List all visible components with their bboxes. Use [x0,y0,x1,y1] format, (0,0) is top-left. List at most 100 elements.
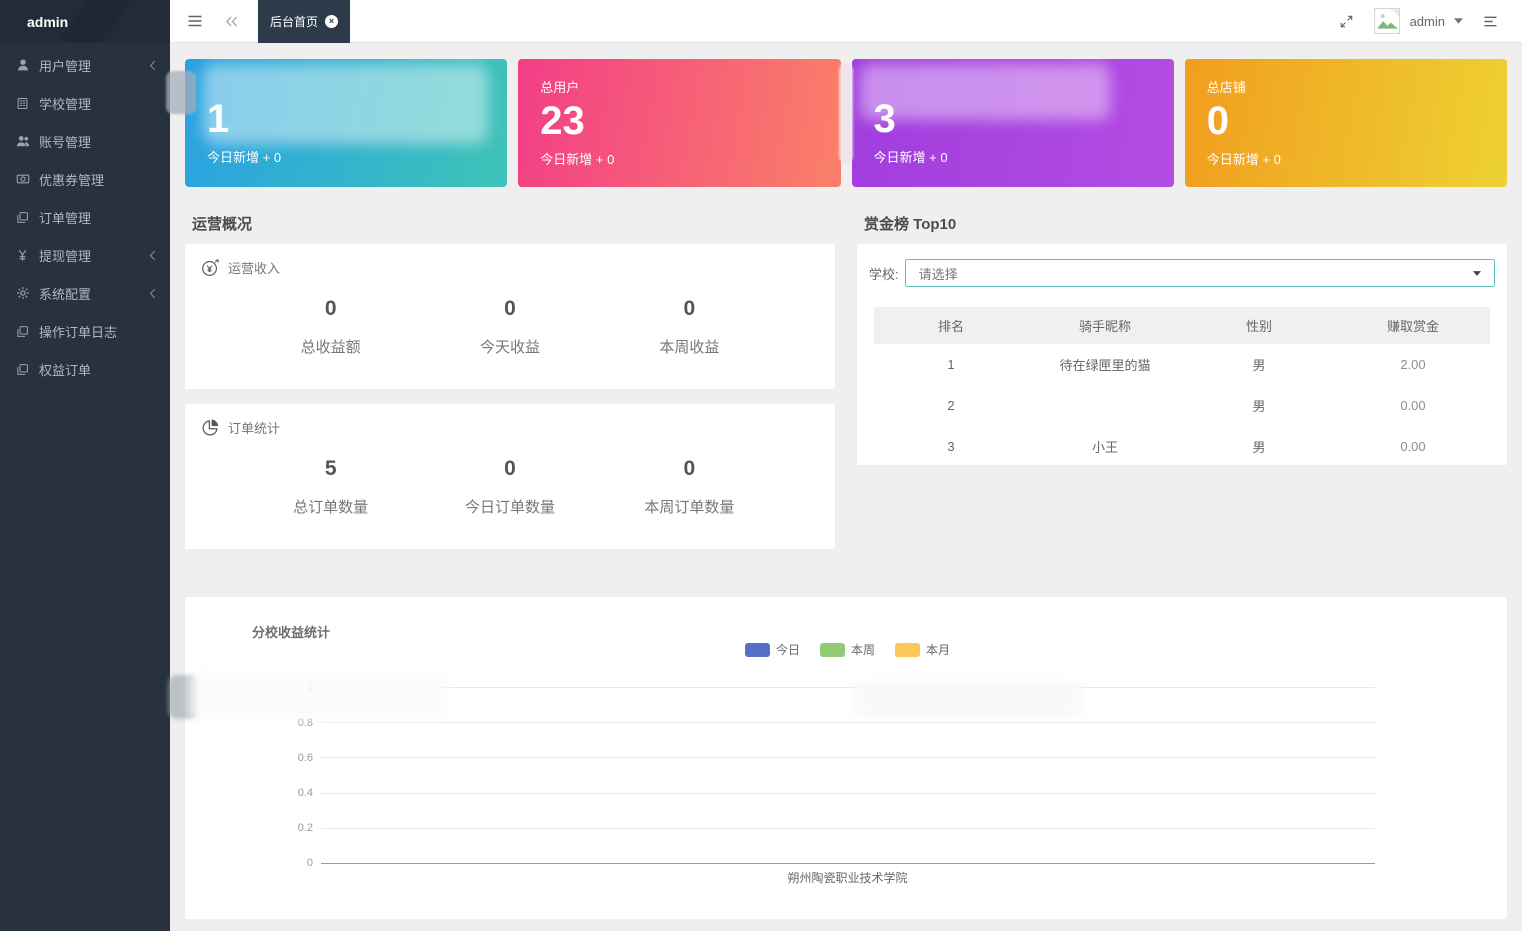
legend-label: 本周 [850,643,875,657]
gridline-row: 0.6 [284,752,1375,764]
chevron-left-icon [149,288,156,299]
stat-card-subtitle: 今日新增 + 0 [1206,151,1281,167]
stat-card-title: 总用户 [540,80,580,95]
select-caret-icon [1473,270,1481,276]
list-icon[interactable] [1472,15,1509,28]
chart-title: 分校收益统计 [252,625,331,640]
sidebar-item[interactable]: 系统配置 [0,274,170,312]
gridline [321,687,1375,688]
withdraw-icon [14,249,31,262]
cell-rank: 1 [947,357,955,372]
username[interactable]: admin [1410,14,1445,29]
y-tick-label: 0 [306,857,313,870]
tab-dashboard[interactable]: 后台首页 × [258,0,351,43]
stat-card-value: 3 [873,97,896,141]
cell-gender: 男 [1252,440,1266,455]
cell-bounty: 0.00 [1400,439,1426,454]
gridline [321,792,1375,794]
income-panel-title: 运营收入 [228,261,281,276]
sidebar-menu: 用户管理 学校管理 账号管理 优惠券管理 订单管理 提现管理 系统配置 操作订单… [0,43,170,391]
table-row: 3 小王 男 0.00 [874,426,1490,467]
sidebar-item[interactable]: 提现管理 [0,236,170,274]
sidebar-item-label: 提现管理 [39,248,92,264]
section-heading-operations: 运营概况 [192,216,253,233]
user-icon [14,58,31,72]
stat-value: 0 [504,297,516,320]
legend-label: 本月 [926,643,951,657]
sidebar-item[interactable]: 优惠券管理 [0,160,170,198]
bounty-table: 排名 骑手昵称 性别 赚取赏金 1 待在绿匣里的猫 男 2.00 2 男 0.0… [874,307,1490,467]
stat-value: 0 [504,457,516,480]
y-tick-label: 0.2 [297,822,313,835]
sidebar-item[interactable]: 操作订单日志 [0,312,170,350]
stat-value: 5 [324,457,337,480]
hamburger-icon[interactable] [176,14,214,28]
bounty-section: 赏金榜 Top10 学校: 请选择 排名 骑手昵称 性别 赚取赏金 1 待在绿匣… [857,213,1507,549]
cell-rank: 2 [947,398,955,413]
fullscreen-icon[interactable] [1329,15,1364,28]
gridline [321,827,1375,829]
stat-card: 总店铺 0 今日新增 + 0 [1184,59,1507,187]
gridline-row: 1 [284,682,1375,694]
section-heading-bounty: 赏金榜 Top10 [864,216,957,233]
y-tick-label: 0.8 [297,716,313,729]
income-stat: 0 本周收益 [600,297,779,357]
orders-stat: 0 本周订单数量 [600,457,779,517]
legend-item[interactable]: 今日 [744,641,800,658]
sidebar-item[interactable]: 订单管理 [0,198,170,236]
collapse-tabs-icon[interactable] [214,15,249,27]
stat-value: 0 [683,297,696,320]
stat-card: 1 今日新增 + 0 [185,59,508,187]
orders-icon [14,211,31,224]
stat-card-subtitle: 今日新增 + 0 [873,149,948,165]
legend-swatch [744,642,770,657]
gridline-row: 0.4 [284,787,1375,799]
stat-card: 3 今日新增 + 0 [851,59,1174,187]
caret-down-icon[interactable] [1454,18,1463,24]
chart-legend: 今日 本周 本月 [320,641,1375,658]
orders-panel: 订单统计 5 总订单数量 0 今日订单数量 0 本周订单数量 [185,404,835,549]
sidebar-item[interactable]: 用户管理 [0,46,170,84]
tab-label: 后台首页 [270,14,319,29]
orders-stat: 5 总订单数量 [241,457,420,517]
table-header-cell: 排名 [874,307,1028,344]
y-tick-label: 0.4 [297,787,313,800]
gridline [321,722,1375,724]
stat-card-subtitle: 今日新增 + 0 [540,151,615,167]
rights-order-icon [14,363,31,376]
chevron-left-icon [149,60,156,71]
branch-earnings-chart: 分校收益统计 今日 本周 本月 1 0.8 0.6 0.4 0.2 0 朔州陶瓷… [185,597,1507,919]
cell-bounty: 0.00 [1400,398,1426,413]
sidebar-item[interactable]: 账号管理 [0,122,170,160]
stat-label: 本周订单数量 [644,499,735,516]
sidebar-item[interactable]: 权益订单 [0,350,170,388]
orders-panel-title: 订单统计 [228,421,281,436]
sidebar-item-label: 优惠券管理 [39,172,105,188]
cell-nickname: 待在绿匣里的猫 [1059,358,1151,373]
income-panel: 运营收入 0 总收益额 0 今天收益 0 本周收益 [185,244,835,389]
cell-bounty: 2.00 [1400,357,1426,372]
school-select[interactable]: 请选择 [904,259,1495,287]
tab-close-icon[interactable]: × [325,14,339,28]
sidebar-item-label: 操作订单日志 [39,324,118,340]
stat-card-subtitle: 今日新增 + 0 [207,149,282,165]
school-icon [14,97,31,110]
stat-value: 0 [683,457,696,480]
income-stat: 0 总收益额 [241,297,420,357]
stat-card-value: 1 [207,97,230,141]
y-tick-label: 1 [306,681,313,694]
main-content: 1 今日新增 + 0 总用户 2 3 今日新增 + 0 3 今日新增 + 0 总店… [170,43,1522,931]
avatar[interactable] [1373,7,1401,35]
stat-label: 今天收益 [479,339,540,356]
stat-label: 总订单数量 [293,499,369,516]
gridline-row: 0.2 [284,822,1375,834]
sidebar-item-label: 学校管理 [39,96,92,112]
legend-item[interactable]: 本周 [819,641,875,658]
sidebar-header: admin [0,0,170,43]
gridline [321,862,1375,864]
operations-section: 运营概况 运营收入 0 总收益额 0 今天收益 0 本周收益 订单统计 5 总订… [185,213,835,549]
legend-item[interactable]: 本月 [895,641,950,658]
stat-card-title: 总店铺 [1206,80,1246,95]
sidebar-item[interactable]: 学校管理 [0,84,170,122]
pie-chart-icon [201,418,220,437]
